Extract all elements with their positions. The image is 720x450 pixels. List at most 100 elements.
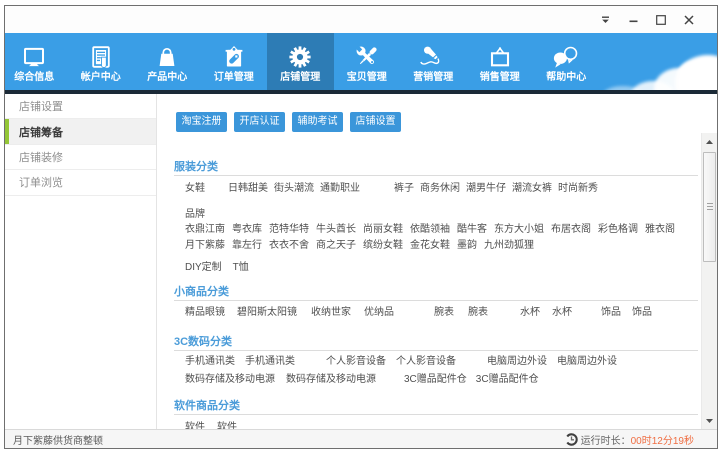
toolbar-tab-店铺管理[interactable]: 店铺管理 bbox=[267, 33, 334, 90]
scrollbar-thumb[interactable] bbox=[703, 152, 716, 262]
category-link-裤子[interactable]: 裤子 bbox=[394, 181, 414, 197]
toolbar-tab-帐户中心[interactable]: 帐户中心 bbox=[68, 33, 135, 90]
category-link-row: 软件 软件 bbox=[174, 420, 698, 429]
scroll-up-button[interactable] bbox=[702, 133, 717, 150]
category-link-范特华特[interactable]: 范特华特 bbox=[269, 222, 309, 238]
category-link-衣衣不舍[interactable]: 衣衣不舍 bbox=[269, 238, 309, 254]
category-link-尚丽女鞋[interactable]: 尚丽女鞋 bbox=[363, 222, 403, 238]
toolbar-tab-帮助中心[interactable]: 帮助中心 bbox=[533, 33, 600, 90]
sidebar-item-订单浏览[interactable]: 订单浏览 bbox=[5, 170, 156, 195]
account-document-icon bbox=[86, 44, 116, 69]
sidebar-item-店铺筹备[interactable]: 店铺筹备 bbox=[5, 119, 156, 144]
category-link-东方大小姐[interactable]: 东方大小姐 bbox=[494, 222, 544, 238]
category-link-粤衣库[interactable]: 粤衣库 bbox=[232, 222, 262, 238]
main-area: 店铺设置店铺筹备店铺装修订单浏览 淘宝注册开店认证辅助考试店铺设置 服装分类女鞋… bbox=[5, 94, 717, 429]
category-link-腕表[interactable]: 腕表 bbox=[468, 305, 488, 321]
toolbar-tab-产品中心[interactable]: 产品中心 bbox=[134, 33, 201, 90]
category-link-3C赠品配件仓[interactable]: 3C赠品配件仓 bbox=[404, 372, 467, 388]
category-link-雅衣阁[interactable]: 雅衣阁 bbox=[645, 222, 675, 238]
category-link-靠左行[interactable]: 靠左行 bbox=[232, 238, 262, 254]
action-button-row: 淘宝注册开店认证辅助考试店铺设置 bbox=[176, 112, 717, 132]
signboard-icon bbox=[485, 44, 515, 69]
category-link-依酷领袖[interactable]: 依酷领袖 bbox=[410, 222, 450, 238]
category-link-3C赠品配件仓[interactable]: 3C赠品配件仓 bbox=[476, 372, 539, 388]
category-link-数码存储及移动电源[interactable]: 数码存储及移动电源 bbox=[286, 372, 376, 388]
sidebar: 店铺设置店铺筹备店铺装修订单浏览 bbox=[5, 94, 157, 429]
toolbar-tab-宝贝管理[interactable]: 宝贝管理 bbox=[334, 33, 401, 90]
toolbar-tab-销售管理[interactable]: 销售管理 bbox=[467, 33, 534, 90]
category-link-品牌[interactable]: 品牌 bbox=[185, 207, 205, 223]
category-link-女鞋[interactable]: 女鞋 bbox=[185, 181, 205, 197]
category-link-腕表[interactable]: 腕表 bbox=[434, 305, 454, 321]
category-link-电脑周边外设[interactable]: 电脑周边外设 bbox=[557, 354, 617, 370]
close-button[interactable] bbox=[675, 6, 703, 33]
action-button-开店认证[interactable]: 开店认证 bbox=[234, 112, 285, 132]
category-link-金花女鞋[interactable]: 金花女鞋 bbox=[410, 238, 450, 254]
category-link-个人影音设备[interactable]: 个人影音设备 bbox=[396, 354, 456, 370]
category-link-个人影音设备[interactable]: 个人影音设备 bbox=[326, 354, 386, 370]
category-link-row: DIY定制 T恤 bbox=[174, 260, 698, 276]
section-title-3C数码分类: 3C数码分类 bbox=[174, 336, 698, 351]
category-link-饰品[interactable]: 饰品 bbox=[632, 305, 652, 321]
category-sections: 服装分类女鞋日韩甜美街头潮流通勤职业裤子商务休闲潮男牛仔潮流女裤时尚新秀品牌衣鼎… bbox=[174, 161, 698, 429]
main-toolbar: 综合信息 帐户中心 产品中心 订单管理 店铺管理 宝贝管理 营销管理 销售管理 bbox=[5, 33, 717, 90]
category-link-软件[interactable]: 软件 bbox=[217, 420, 237, 429]
category-link-潮男牛仔[interactable]: 潮男牛仔 bbox=[466, 181, 506, 197]
category-link-商务休闲[interactable]: 商务休闲 bbox=[420, 181, 460, 197]
category-link-碧阳斯太阳镜[interactable]: 碧阳斯太阳镜 bbox=[237, 305, 297, 321]
category-link-彩色格调[interactable]: 彩色格调 bbox=[598, 222, 638, 238]
category-link-墨韵[interactable]: 墨韵 bbox=[457, 238, 477, 254]
monitor-icon bbox=[19, 44, 49, 69]
content-area: 淘宝注册开店认证辅助考试店铺设置 服装分类女鞋日韩甜美街头潮流通勤职业裤子商务休… bbox=[157, 94, 717, 429]
toolbar-tab-label: 店铺管理 bbox=[280, 72, 320, 83]
shopping-bag-icon bbox=[152, 44, 182, 69]
category-link-精品眼镜[interactable]: 精品眼镜 bbox=[185, 305, 225, 321]
toolbar-tab-label: 营销管理 bbox=[413, 72, 453, 83]
scroll-up-arrow-icon bbox=[706, 140, 713, 144]
category-link-潮流女裤[interactable]: 潮流女裤 bbox=[512, 181, 552, 197]
category-link-布居衣阁[interactable]: 布居衣阁 bbox=[551, 222, 591, 238]
action-button-店铺设置[interactable]: 店铺设置 bbox=[350, 112, 401, 132]
category-link-九州劲狐狸[interactable]: 九州劲狐狸 bbox=[484, 238, 534, 254]
category-link-水杯[interactable]: 水杯 bbox=[552, 305, 572, 321]
scroll-down-button[interactable] bbox=[702, 412, 717, 429]
status-bar: 月下紫藤供货商整顿 运行时长： 00时12分19秒 bbox=[5, 429, 717, 448]
toolbar-tab-综合信息[interactable]: 综合信息 bbox=[5, 33, 68, 90]
category-link-月下紫藤[interactable]: 月下紫藤 bbox=[185, 238, 225, 254]
category-link-时尚新秀[interactable]: 时尚新秀 bbox=[558, 181, 598, 197]
category-link-水杯[interactable]: 水杯 bbox=[520, 305, 540, 321]
category-link-手机通讯类[interactable]: 手机通讯类 bbox=[245, 354, 295, 370]
sidebar-item-店铺装修[interactable]: 店铺装修 bbox=[5, 145, 156, 170]
category-link-牛头酋长[interactable]: 牛头酋长 bbox=[316, 222, 356, 238]
category-link-商之天子[interactable]: 商之天子 bbox=[316, 238, 356, 254]
runtime-indicator: 运行时长： 00时12分19秒 bbox=[565, 432, 694, 447]
category-link-软件[interactable]: 软件 bbox=[185, 420, 205, 429]
category-link-缤纷女鞋[interactable]: 缤纷女鞋 bbox=[363, 238, 403, 254]
microphone-icon bbox=[418, 44, 448, 69]
toolbar-tab-营销管理[interactable]: 营销管理 bbox=[400, 33, 467, 90]
category-link-衣鼎江南[interactable]: 衣鼎江南 bbox=[185, 222, 225, 238]
category-link-日韩甜美[interactable]: 日韩甜美 bbox=[228, 181, 268, 197]
category-link-手机通讯类[interactable]: 手机通讯类 bbox=[185, 354, 235, 370]
category-link-通勤职业[interactable]: 通勤职业 bbox=[320, 181, 360, 197]
category-link-街头潮流[interactable]: 街头潮流 bbox=[274, 181, 314, 197]
category-link-饰品[interactable]: 饰品 bbox=[601, 305, 621, 321]
category-link-收纳世家[interactable]: 收纳世家 bbox=[311, 305, 351, 321]
category-link-电脑周边外设[interactable]: 电脑周边外设 bbox=[487, 354, 547, 370]
vertical-scrollbar[interactable] bbox=[701, 133, 717, 429]
category-link-酷牛客[interactable]: 酷牛客 bbox=[457, 222, 487, 238]
category-link-row: 女鞋 日韩甜美街头潮流通勤职业 裤子商务休闲潮男牛仔潮流女裤时尚新秀 bbox=[174, 181, 698, 197]
maximize-button[interactable] bbox=[647, 6, 675, 33]
sidebar-item-店铺设置[interactable]: 店铺设置 bbox=[5, 94, 156, 119]
minimize-button[interactable] bbox=[619, 6, 647, 33]
category-link-数码存储及移动电源[interactable]: 数码存储及移动电源 bbox=[185, 372, 275, 388]
category-link-T恤[interactable]: T恤 bbox=[233, 260, 249, 276]
category-link-优纳品[interactable]: 优纳品 bbox=[364, 305, 394, 321]
action-button-淘宝注册[interactable]: 淘宝注册 bbox=[176, 112, 227, 132]
category-link-DIY定制[interactable]: DIY定制 bbox=[185, 260, 222, 276]
toolbar-tab-label: 帮助中心 bbox=[546, 72, 586, 83]
action-button-辅助考试[interactable]: 辅助考试 bbox=[292, 112, 343, 132]
maximize-icon bbox=[656, 15, 666, 25]
toolbar-tab-订单管理[interactable]: 订单管理 bbox=[201, 33, 268, 90]
collapse-button[interactable] bbox=[591, 6, 619, 33]
